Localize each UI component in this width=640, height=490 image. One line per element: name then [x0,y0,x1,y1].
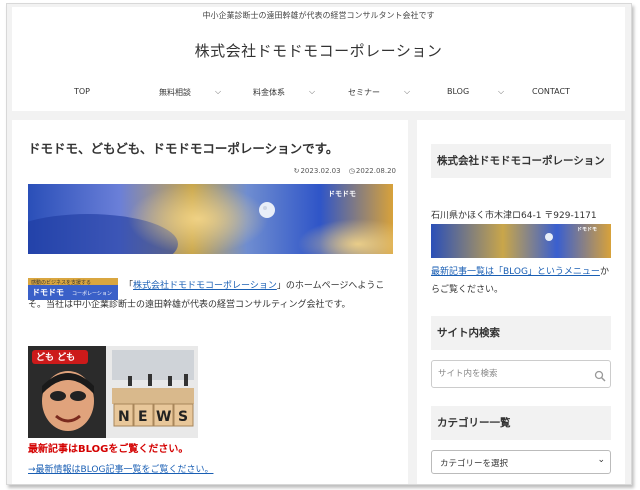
hero-logo-text: ドモドモ [328,190,356,198]
site-title[interactable]: 株式会社ドモドモコーポレーション [12,40,625,61]
company-address: 石川県かほく市木津ロ64-1 〒929-1171 [431,211,597,221]
global-nav: TOP 無料相談 ⌵ 料金体系 ⌵ セミナー ⌵ BLOG ⌵ CONTACT [12,87,625,105]
search-icon[interactable] [594,367,606,386]
company-logo-small: 感動のビジネスを支援する ドモドモ コーポレーション [28,278,118,300]
logo-name: ドモドモ [32,288,64,297]
main-content: ドモドモ、どもども、ドモドモコーポレーションです。 ↻2023.02.03 ◷2… [12,120,408,484]
blog-list-link[interactable]: →最新情報はBLOG記事一覧をご覧ください。 [28,462,213,475]
updated-date: 2023.02.03 [300,167,341,175]
published-date: 2022.08.20 [355,167,396,175]
news-letter-w: W [156,409,171,425]
news-letter-n: N [118,409,130,425]
company-widget-title: 株式会社ドモドモコーポレーション [437,155,605,167]
search-input[interactable] [432,361,582,387]
nav-item-pricing[interactable]: 料金体系 [253,87,285,98]
search-widget-header: サイト内検索 [431,316,611,350]
chevron-down-icon[interactable]: ⌵ [498,87,504,97]
company-link[interactable]: 株式会社ドモドモコーポレーション [133,281,277,291]
news-image: ども ども N E W S [28,346,198,438]
logo-tagline: 感動のビジネスを支援する [31,279,91,286]
sidebar-blog-link[interactable]: 最新記事一覧は「BLOG」というメニュー [431,267,600,277]
search-widget-title: サイト内検索 [437,327,500,339]
nav-item-top[interactable]: TOP [74,87,90,96]
chevron-down-icon[interactable]: ⌵ [404,87,410,97]
news-badge-text: ども ども [36,351,75,363]
category-widget-title: カテゴリー一覧 [437,417,511,429]
intro-prefix: 「 [124,281,134,291]
news-letter-s: S [178,409,188,425]
category-widget-header: カテゴリー一覧 [431,406,611,440]
post-dates: ↻2023.02.03 ◷2022.08.20 [288,167,396,175]
nav-item-contact[interactable]: CONTACT [532,87,570,96]
news-letter-e: E [138,409,148,425]
search-form [431,360,611,388]
chevron-down-icon: ⌄ [597,455,605,465]
refresh-icon: ↻ [293,167,300,175]
category-select[interactable]: カテゴリーを選択 ⌄ [431,450,611,474]
category-select-value: カテゴリーを選択 [440,459,509,469]
sidebar: 株式会社ドモドモコーポレーション 石川県かほく市木津ロ64-1 〒929-117… [417,120,625,484]
sidebar-blog-note: 最新記事一覧は「BLOG」というメニューからご覧ください。 [431,263,617,299]
chevron-down-icon[interactable]: ⌵ [309,87,315,97]
nav-item-blog[interactable]: BLOG [447,87,469,96]
chevron-down-icon[interactable]: ⌵ [215,87,221,97]
site-tagline: 中小企業診断士の遠田幹雄が代表の経営コンサルタント会社です [202,11,435,20]
nav-item-seminar[interactable]: セミナー [348,87,380,98]
sidebar-banner[interactable]: ドモドモ [431,224,611,258]
site-header: 中小企業診断士の遠田幹雄が代表の経営コンサルタント会社です 株式会社ドモドモコー… [12,7,625,111]
nav-item-free-consult[interactable]: 無料相談 [159,87,191,98]
logo-corp: コーポレーション [72,290,112,297]
blog-notice: 最新記事はBLOGをご覧ください。 [28,444,189,455]
hero-banner: ドモドモ [28,184,393,254]
banner-logo-text: ドモドモ [577,227,597,233]
post-title: ドモドモ、どもども、ドモドモコーポレーションです。 [28,141,339,156]
browser-page: 中小企業診断士の遠田幹雄が代表の経営コンサルタント会社です 株式会社ドモドモコー… [6,3,632,485]
company-widget-header: 株式会社ドモドモコーポレーション [431,144,611,178]
clock-icon: ◷ [348,167,355,175]
